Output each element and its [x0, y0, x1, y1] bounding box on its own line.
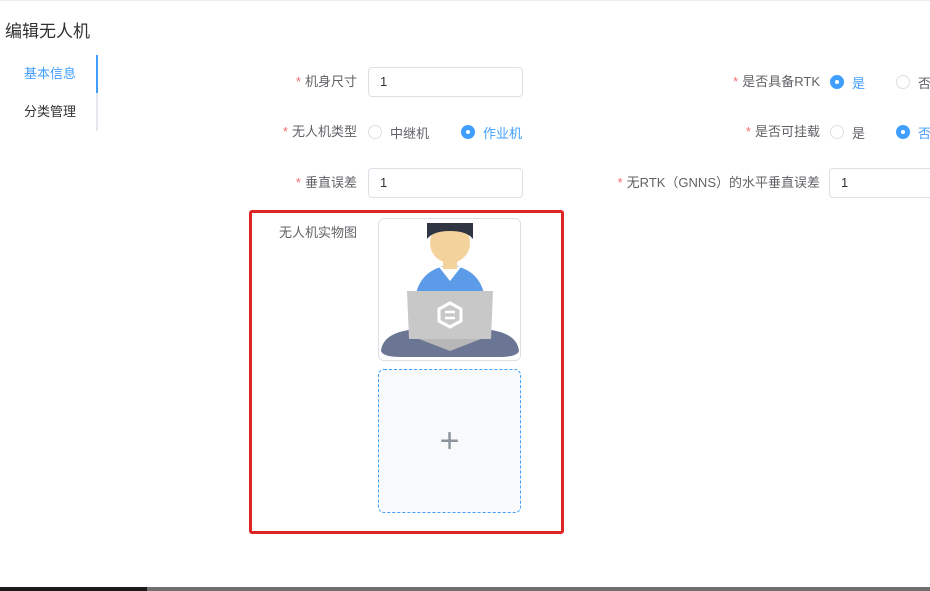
- has-rtk-yes-radio[interactable]: 是: [830, 67, 865, 97]
- mountable-yes-radio[interactable]: 是: [830, 117, 865, 147]
- bottom-scrollbar-thumb[interactable]: [147, 587, 930, 591]
- user-laptop-placeholder-image: [379, 219, 520, 360]
- bottom-scrollbar-track: [0, 587, 147, 591]
- no-rtk-error-input[interactable]: 1: [829, 168, 930, 198]
- required-mark: *: [745, 124, 751, 139]
- radio-checked-icon: [830, 75, 844, 89]
- required-mark: *: [295, 74, 301, 89]
- side-tabs: 基本信息 分类管理: [0, 55, 98, 131]
- vertical-error-label: * 垂直误差: [295, 175, 357, 190]
- mountable-no-radio[interactable]: 否: [896, 117, 930, 147]
- drone-type-label: * 无人机类型: [282, 124, 357, 139]
- radio-unchecked-icon: [830, 125, 844, 139]
- drone-type-relay-radio[interactable]: 中继机: [368, 117, 429, 147]
- radio-unchecked-icon: [896, 75, 910, 89]
- has-rtk-label: * 是否具备RTK: [733, 74, 820, 89]
- body-size-input[interactable]: 1: [368, 67, 523, 97]
- drone-type-work-radio[interactable]: 作业机: [461, 117, 522, 147]
- radio-checked-icon: [896, 125, 910, 139]
- tab-category-management[interactable]: 分类管理: [0, 93, 96, 131]
- uploaded-photo-card[interactable]: [378, 218, 521, 361]
- body-size-label: * 机身尺寸: [295, 74, 357, 89]
- required-mark: *: [617, 175, 623, 190]
- mountable-label: * 是否可挂载: [745, 124, 820, 139]
- required-mark: *: [282, 124, 288, 139]
- radio-unchecked-icon: [368, 125, 382, 139]
- tab-basic-info[interactable]: 基本信息: [0, 55, 96, 93]
- has-rtk-no-radio[interactable]: 否: [896, 67, 930, 97]
- top-divider: [0, 0, 930, 1]
- required-mark: *: [733, 74, 739, 89]
- page-title: 编辑无人机: [5, 22, 90, 41]
- active-tab-indicator: [96, 55, 98, 93]
- upload-add-button[interactable]: +: [378, 369, 521, 513]
- photo-label: 无人机实物图: [278, 225, 357, 240]
- required-mark: *: [295, 175, 301, 190]
- vertical-error-input[interactable]: 1: [368, 168, 523, 198]
- radio-checked-icon: [461, 125, 475, 139]
- plus-icon: +: [439, 422, 460, 460]
- no-rtk-error-label: * 无RTK（GNNS）的水平垂直误差: [617, 175, 820, 190]
